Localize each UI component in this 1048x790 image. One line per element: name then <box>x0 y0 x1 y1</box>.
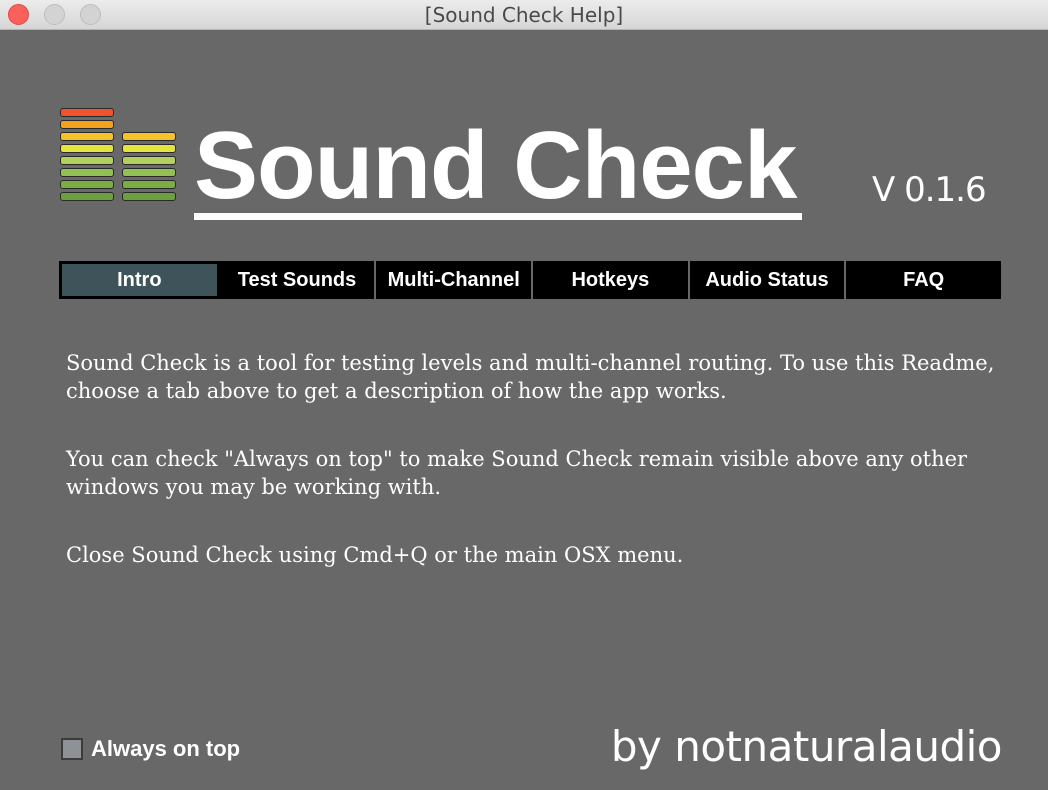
app-title: Sound Check <box>194 112 797 219</box>
meter-bar-left <box>60 108 114 117</box>
title-underline <box>194 213 802 220</box>
version-label: V 0.1.6 <box>872 170 987 210</box>
always-on-top-label: Always on top <box>91 736 241 761</box>
window-titlebar: [Sound Check Help] <box>0 0 1048 30</box>
intro-paragraph: Sound Check is a tool for testing levels… <box>66 351 995 403</box>
credit-text: by notnaturalaudio <box>610 722 1003 771</box>
meter-bar-right <box>122 180 176 189</box>
tab-multi-channel[interactable]: Multi-Channel <box>376 261 534 299</box>
tab-intro[interactable]: Intro <box>59 261 220 299</box>
meter-bar-right <box>122 192 176 201</box>
tab-audio-status[interactable]: Audio Status <box>689 261 847 299</box>
tab-test-sounds[interactable]: Test Sounds <box>219 261 377 299</box>
tab-faq[interactable]: FAQ <box>846 261 1002 299</box>
intro-content: Sound Check is a tool for testing levels… <box>66 349 1006 609</box>
tab-bar: Intro Test Sounds Multi-Channel Hotkeys … <box>59 261 1002 299</box>
meter-bar-left <box>60 180 114 189</box>
meter-bar-left <box>60 132 114 141</box>
intro-paragraph: You can check "Always on top" to make So… <box>66 447 968 499</box>
meter-bar-right <box>122 168 176 177</box>
meter-bar-right <box>122 156 176 165</box>
window-title: [Sound Check Help] <box>424 3 624 27</box>
meter-bar-left <box>60 120 114 129</box>
meter-bar-left <box>60 156 114 165</box>
meter-bar-right <box>122 144 176 153</box>
tab-hotkeys[interactable]: Hotkeys <box>533 261 690 299</box>
meter-bar-left <box>60 168 114 177</box>
always-on-top-option[interactable]: Always on top <box>61 736 240 762</box>
meter-bar-left <box>60 192 114 201</box>
meter-bar-right <box>122 132 176 141</box>
intro-paragraph: Close Sound Check using Cmd+Q or the mai… <box>66 543 684 567</box>
always-on-top-checkbox[interactable] <box>61 738 83 760</box>
meter-bar-left <box>60 144 114 153</box>
